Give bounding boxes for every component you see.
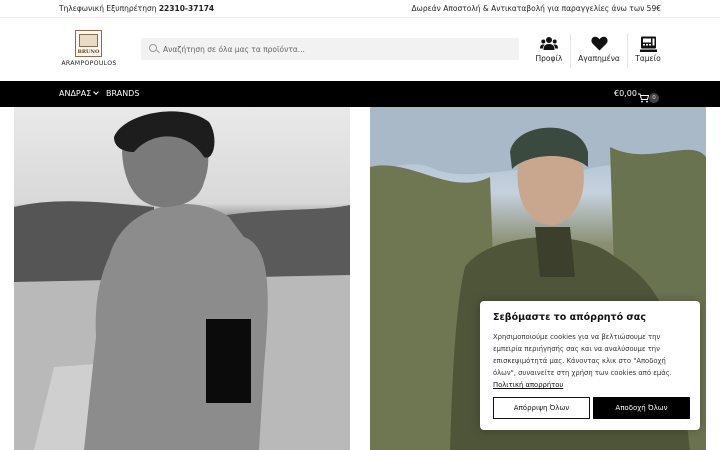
heart-icon <box>577 36 621 53</box>
logo-crest: BRUNO <box>75 30 102 57</box>
checkout-label: Ταμείο <box>635 54 661 63</box>
cookie-consent-dialog: Σεβόμαστε το απόρρητό σας Χρησιμοποιούμε… <box>480 301 700 430</box>
logo-wordmark: ARAMPOPOULOS <box>61 60 117 67</box>
cart-icon[interactable] <box>638 88 650 103</box>
site-logo[interactable]: BRUNO ARAMPOPOULOS <box>59 30 119 70</box>
site-header: BRUNO ARAMPOPOULOS Προφίλ Αγαπημένα <box>0 18 720 81</box>
logo-crest-text: BRUNO <box>77 49 100 55</box>
reject-all-button[interactable]: Απόρριψη Όλων <box>493 397 590 419</box>
wishlist-label: Αγαπημένα <box>578 54 620 63</box>
nav-item-men[interactable]: ΑΝΔΡΑΣ <box>59 89 100 98</box>
nav-item-men-label: ΑΝΔΡΑΣ <box>59 89 92 98</box>
register-icon <box>626 36 670 53</box>
profile-label: Προφίλ <box>535 54 563 63</box>
search-bar <box>141 38 519 60</box>
header-divider <box>570 34 571 68</box>
checkout-link[interactable]: Ταμείο <box>626 36 670 68</box>
chevron-down-icon <box>93 89 100 95</box>
privacy-policy-link[interactable]: Πολιτική απορρήτου <box>493 381 563 389</box>
main-nav: ΑΝΔΡΑΣ BRANDS €0,00 0 <box>0 81 720 107</box>
nav-item-brands[interactable]: BRANDS <box>106 89 139 98</box>
users-icon <box>527 36 571 53</box>
search-icon[interactable] <box>149 44 157 52</box>
shipping-notice: Δωρεάν Αποστολή & Αντικαταβολή για παραγ… <box>411 4 662 13</box>
top-bar: Τηλεφωνική Εξυπηρέτηση 22310-37174 Δωρεά… <box>0 0 720 18</box>
search-input[interactable] <box>163 38 513 60</box>
cookie-body: Χρησιμοποιούμε cookies για να βελτιώσουμ… <box>493 331 689 391</box>
cart-count-badge: 0 <box>649 93 659 103</box>
phone-info: Τηλεφωνική Εξυπηρέτηση 22310-37174 <box>59 4 214 13</box>
cookie-title: Σεβόμαστε το απόρρητό σας <box>493 312 646 323</box>
profile-link[interactable]: Προφίλ <box>527 36 571 68</box>
phone-number[interactable]: 22310-37174 <box>159 4 214 13</box>
cart-total[interactable]: €0,00 <box>614 89 637 98</box>
accept-all-button[interactable]: Αποδοχή Όλων <box>593 397 690 419</box>
cookie-body-text: Χρησιμοποιούμε cookies για να βελτιώσουμ… <box>493 333 672 377</box>
hero-image-hoodie[interactable] <box>14 107 350 450</box>
phone-label: Τηλεφωνική Εξυπηρέτηση <box>59 4 159 13</box>
wishlist-link[interactable]: Αγαπημένα <box>577 36 621 68</box>
